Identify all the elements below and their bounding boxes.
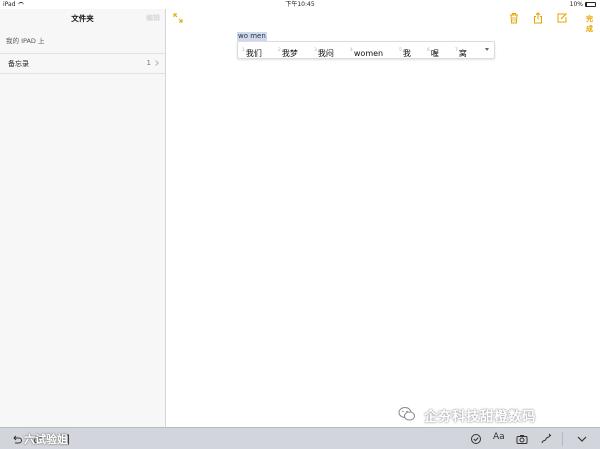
candidate-word: 我	[402, 49, 411, 58]
sketch-icon[interactable]	[540, 433, 552, 445]
candidate-item[interactable]: 2我梦	[278, 45, 298, 58]
battery-percent: 10%	[569, 1, 583, 8]
status-time: 下午10:45	[285, 1, 315, 8]
sidebar-title: 文件夹	[71, 14, 94, 23]
wechat-logo-icon	[398, 407, 415, 421]
folder-item-notes[interactable]: 备忘录 1	[0, 53, 165, 74]
candidate-index: 2	[278, 48, 281, 53]
candidate-item[interactable]: 1我们	[242, 45, 262, 58]
share-icon[interactable]	[532, 12, 544, 24]
candidate-index: 3	[314, 48, 317, 53]
candidate-item[interactable]: 7窝	[455, 45, 467, 58]
keyboard-hide-icon[interactable]	[576, 433, 588, 445]
battery-icon	[585, 2, 596, 7]
trash-icon[interactable]	[508, 12, 520, 24]
chevron-right-icon	[153, 60, 159, 66]
candidate-word: 我梦	[281, 49, 298, 58]
checklist-icon[interactable]	[470, 433, 482, 445]
marked-pinyin-text: wo men	[237, 32, 267, 41]
note-editor[interactable]: 完成 wo men 1我们 2我梦 3我闷 4women 5我 6喔 7窝	[167, 9, 600, 427]
candidate-word: 喔	[430, 49, 439, 58]
folder-count: 1	[146, 59, 151, 67]
candidate-word: 我们	[245, 49, 262, 58]
folders-sidebar: 文件夹 编辑 我的 IPAD 上 备忘录 1	[0, 9, 166, 427]
compose-icon[interactable]	[556, 12, 568, 24]
candidate-word: 我闷	[317, 49, 334, 58]
candidate-word: 窝	[458, 49, 467, 58]
undo-icon[interactable]	[11, 433, 23, 445]
status-bar: iPad 下午10:45 10%	[0, 0, 600, 9]
candidate-index: 6	[427, 48, 430, 53]
caption-overlay: 六试验姐	[24, 433, 68, 446]
candidate-word: women	[353, 49, 384, 58]
sidebar-header: 文件夹 编辑	[0, 9, 165, 28]
candidate-item[interactable]: 4women	[350, 45, 384, 58]
status-right: 10%	[570, 0, 596, 9]
folder-name: 备忘录	[8, 60, 29, 68]
expand-candidates-icon[interactable]	[485, 48, 489, 51]
candidate-item[interactable]: 5我	[399, 45, 411, 58]
candidate-index: 5	[399, 48, 402, 53]
candidate-item[interactable]: 3我闷	[314, 45, 334, 58]
keyboard-shortcut-bar: 六试验姐 Aa	[0, 427, 600, 449]
done-button[interactable]: 完成	[586, 14, 593, 34]
toolbar-divider	[562, 432, 563, 446]
watermark-text: 企夯科技甜橙数码	[424, 409, 536, 425]
candidate-index: 1	[242, 48, 245, 53]
expand-icon[interactable]	[173, 13, 183, 23]
candidate-item[interactable]: 6喔	[427, 45, 439, 58]
camera-icon[interactable]	[516, 433, 528, 445]
ime-candidate-bar: 1我们 2我梦 3我闷 4women 5我 6喔 7窝	[237, 41, 495, 59]
format-icon[interactable]: Aa	[493, 432, 505, 444]
edit-button[interactable]: 编辑	[146, 13, 160, 23]
candidate-index: 4	[350, 48, 353, 53]
watermark: 企夯科技甜橙数码	[398, 404, 600, 426]
section-label: 我的 IPAD 上	[6, 37, 45, 45]
candidate-index: 7	[455, 48, 458, 53]
